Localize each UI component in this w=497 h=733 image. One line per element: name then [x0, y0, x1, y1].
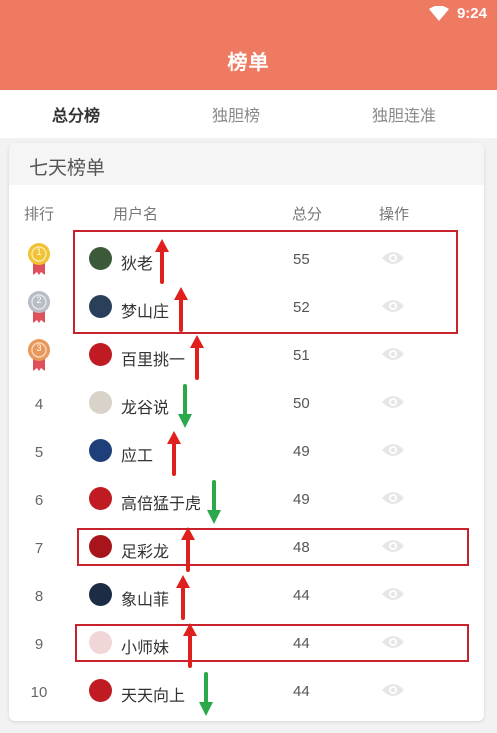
rank-value: 6 — [34, 492, 44, 509]
trend-up-arrow — [190, 335, 204, 380]
tab-single-pick[interactable]: 独胆榜 — [212, 102, 260, 126]
total-score: 51 — [293, 347, 310, 364]
eye-icon[interactable] — [381, 394, 405, 410]
trend-up-arrow — [167, 431, 181, 476]
leaderboard-row[interactable]: 5 应工 49 — [9, 430, 484, 478]
leaderboard-row[interactable]: 3 百里挑一 51 — [9, 334, 484, 382]
rank-value: 4 — [34, 396, 44, 413]
total-score: 44 — [293, 587, 310, 604]
total-score: 49 — [293, 443, 310, 460]
eye-icon[interactable] — [381, 586, 405, 602]
card-header: 七天榜单 — [9, 143, 484, 185]
status-bar: 9:24 — [0, 0, 497, 30]
avatar — [89, 487, 112, 510]
status-time: 9:24 — [456, 5, 487, 22]
user-name[interactable]: 应工 — [121, 442, 153, 466]
page-title: 榜单 — [227, 49, 270, 74]
user-name[interactable]: 天天向上 — [121, 682, 185, 706]
rank-value: 9 — [34, 636, 44, 653]
trend-down-arrow — [178, 384, 192, 428]
trend-up-arrow — [155, 239, 169, 284]
rank-value: 8 — [34, 588, 44, 605]
leaderboard-row[interactable]: 10 天天向上 44 — [9, 670, 484, 718]
avatar — [89, 343, 112, 366]
tab-single-pick-streak[interactable]: 独胆连准 — [372, 102, 436, 126]
tab-total-score[interactable]: 总分榜 — [52, 102, 100, 126]
trend-up-arrow — [183, 623, 197, 668]
highlight-box — [73, 230, 458, 334]
wifi-icon — [428, 5, 449, 21]
column-rank: 排行 — [24, 205, 55, 223]
avatar — [89, 679, 112, 702]
avatar — [89, 391, 112, 414]
rank-value: 10 — [30, 684, 48, 701]
rank-value: 5 — [34, 444, 44, 461]
column-score: 总分 — [292, 205, 323, 223]
user-name[interactable]: 龙谷说 — [121, 394, 169, 418]
trend-up-arrow — [174, 287, 188, 332]
tab-bar: 总分榜 独胆榜 独胆连准 — [0, 90, 497, 138]
rank-value: 2 — [36, 295, 42, 305]
user-name[interactable]: 象山菲 — [121, 586, 169, 610]
leaderboard-row[interactable]: 6 高倍猛于虎 49 — [9, 478, 484, 526]
column-action: 操作 — [379, 205, 410, 223]
trend-up-arrow — [176, 575, 190, 620]
eye-icon[interactable] — [381, 490, 405, 506]
card-title: 七天榜单 — [29, 157, 106, 179]
trend-up-arrow — [181, 527, 195, 572]
total-score: 44 — [293, 683, 310, 700]
highlight-box — [75, 624, 469, 662]
total-score: 50 — [293, 395, 310, 412]
app-bar: 榜单 — [0, 30, 497, 90]
avatar — [89, 583, 112, 606]
column-user: 用户名 — [113, 205, 159, 223]
avatar — [89, 439, 112, 462]
eye-icon[interactable] — [381, 346, 405, 362]
trend-down-arrow — [207, 480, 221, 524]
rank-value: 3 — [36, 343, 42, 353]
leaderboard-row[interactable]: 8 象山菲 44 — [9, 574, 484, 622]
rank-value: 7 — [34, 540, 44, 557]
rank-value: 1 — [36, 247, 42, 257]
highlight-box — [77, 528, 469, 566]
eye-icon[interactable] — [381, 442, 405, 458]
eye-icon[interactable] — [381, 682, 405, 698]
leaderboard-row[interactable]: 4 龙谷说 50 — [9, 382, 484, 430]
total-score: 49 — [293, 491, 310, 508]
user-name[interactable]: 百里挑一 — [121, 346, 185, 370]
user-name[interactable]: 高倍猛于虎 — [121, 490, 201, 514]
trend-down-arrow — [199, 672, 213, 716]
